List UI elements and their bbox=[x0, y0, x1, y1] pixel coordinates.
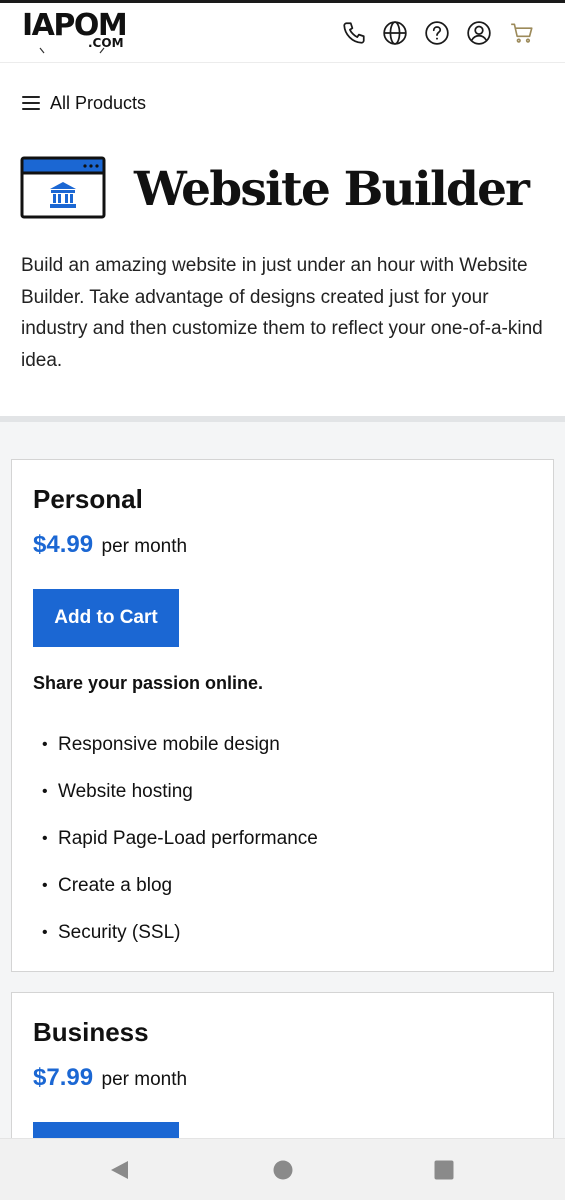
plan-price: $4.99 bbox=[33, 531, 94, 558]
feature-text: Create a blog bbox=[58, 875, 173, 896]
plan-price-row: $4.99 per month bbox=[33, 531, 187, 559]
recents-icon[interactable] bbox=[431, 1157, 457, 1183]
feature-text: Responsive mobile design bbox=[58, 734, 280, 755]
menu-icon bbox=[22, 96, 40, 110]
breadcrumb-label: All Products bbox=[50, 92, 147, 113]
all-products-breadcrumb[interactable]: All Products bbox=[22, 90, 146, 116]
site-header: IAPOM .COM bbox=[0, 3, 565, 63]
home-icon[interactable] bbox=[270, 1157, 296, 1183]
site-logo[interactable]: IAPOM .COM bbox=[22, 9, 142, 59]
logo-smile-icon bbox=[39, 47, 105, 54]
page-title: Website Builder bbox=[134, 162, 530, 217]
plan-period: per month bbox=[101, 1069, 188, 1090]
plan-features: • Responsive mobile design • Website hosti… bbox=[33, 732, 318, 967]
plan-card-personal: Personal $4.99 per month Add to Cart Sha… bbox=[11, 459, 554, 972]
plan-period: per month bbox=[101, 536, 188, 557]
feature-item: • Responsive mobile design bbox=[33, 732, 318, 779]
plan-price: $7.99 bbox=[33, 1064, 94, 1091]
add-to-cart-button[interactable]: Add to Cart bbox=[33, 589, 179, 647]
system-navigation-bar bbox=[0, 1138, 565, 1200]
feature-item: • Rapid Page-Load performance bbox=[33, 826, 318, 873]
website-builder-icon bbox=[20, 156, 106, 219]
back-icon[interactable] bbox=[106, 1157, 132, 1183]
account-icon[interactable] bbox=[464, 18, 494, 48]
feature-text: Rapid Page-Load performance bbox=[58, 828, 318, 849]
plan-name: Business bbox=[33, 1017, 149, 1047]
plan-tagline: Share your passion online. bbox=[33, 673, 264, 693]
feature-item: • Create a blog bbox=[33, 873, 318, 920]
feature-item: • Website hosting bbox=[33, 779, 318, 826]
plan-price-row: $7.99 per month bbox=[33, 1064, 187, 1092]
phone-icon[interactable] bbox=[339, 18, 369, 48]
add-to-cart-button[interactable] bbox=[33, 1122, 179, 1139]
help-icon[interactable] bbox=[422, 18, 452, 48]
feature-item: • Security (SSL) bbox=[33, 920, 318, 967]
plan-card-business: Business $7.99 per month bbox=[11, 992, 554, 1139]
plan-name: Personal bbox=[33, 484, 143, 514]
page-description: Build an amazing website in just under a… bbox=[21, 255, 543, 371]
cart-icon[interactable] bbox=[507, 18, 537, 48]
globe-icon[interactable] bbox=[380, 18, 410, 48]
feature-text: Security (SSL) bbox=[58, 922, 181, 943]
feature-text: Website hosting bbox=[58, 781, 193, 802]
